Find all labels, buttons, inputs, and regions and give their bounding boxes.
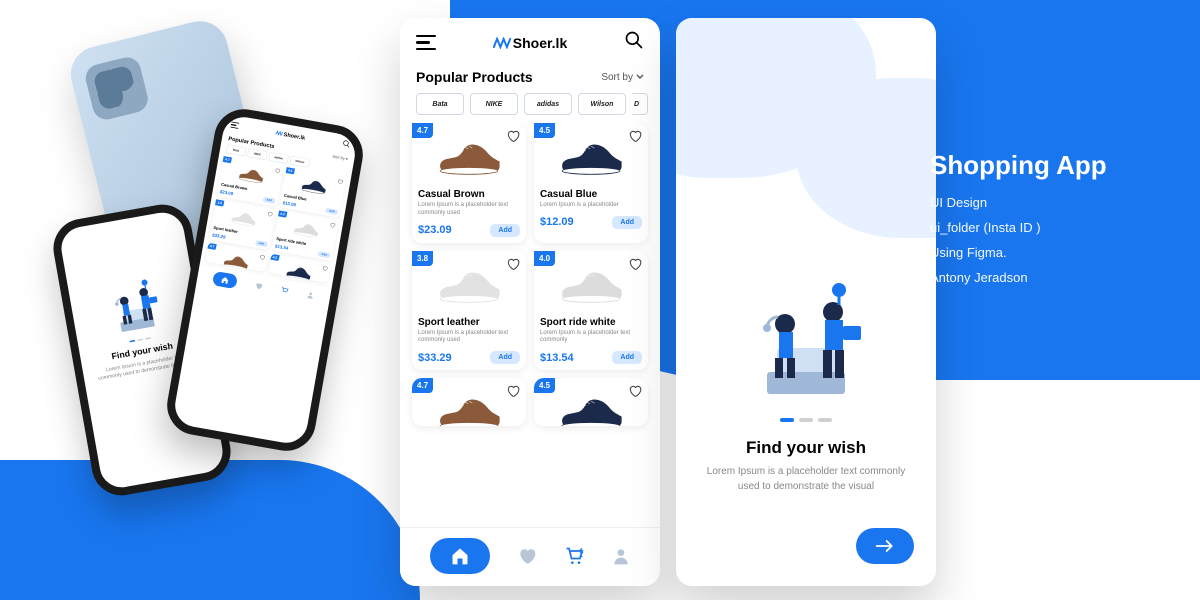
brand-chip[interactable]: D	[632, 93, 648, 115]
product-price: $23.09	[418, 224, 452, 236]
product-desc: Lorem Ipsum is a placeholder	[540, 202, 642, 210]
favorite-icon[interactable]	[628, 257, 642, 276]
product-title: Casual Brown	[418, 189, 520, 200]
favorite-icon[interactable]	[628, 384, 642, 403]
page-dot-active[interactable]	[780, 418, 794, 422]
rating-badge: 4.5	[534, 378, 555, 393]
product-grid: 4.7 Casual Brown Lorem Ipsum is a placehol…	[400, 123, 660, 527]
product-image	[418, 133, 520, 185]
user-icon	[611, 546, 631, 566]
nav-favorites[interactable]	[517, 546, 537, 566]
rating-badge: 4.7	[412, 378, 433, 393]
rating-badge: 4.5	[534, 123, 555, 138]
product-title: Sport ride white	[540, 317, 642, 328]
brand-chip[interactable]: adidas	[524, 93, 572, 115]
onboarding-description: Lorem Ipsum is a placeholder text common…	[700, 464, 912, 494]
brand-chip[interactable]: Wilson	[578, 93, 626, 115]
rating-badge: 4.7	[412, 123, 433, 138]
section-title: Popular Products	[416, 69, 533, 85]
product-card[interactable]: 4.5 Casual Blue Lorem Ipsum is a placehold…	[534, 123, 648, 243]
product-desc: Lorem Ipsum is a placeholder text common…	[418, 202, 520, 218]
brand-filter-row: Bata NIKE adidas Wilson D	[400, 93, 660, 123]
sort-button[interactable]: Sort by	[601, 72, 644, 83]
search-icon[interactable]	[624, 30, 644, 55]
product-image	[418, 388, 520, 426]
nav-profile[interactable]	[611, 546, 631, 566]
menu-icon[interactable]	[416, 35, 436, 51]
page-dot[interactable]	[818, 418, 832, 422]
brand-chip[interactable]: Bata	[416, 93, 464, 115]
product-card[interactable]: 4.7 Casual Brown Lorem Ipsum is a placehol…	[412, 123, 526, 243]
product-price: $33.29	[418, 352, 452, 364]
cart-icon	[564, 546, 584, 566]
product-title: Casual Blue	[540, 189, 642, 200]
brand-chip[interactable]: NIKE	[470, 93, 518, 115]
add-button[interactable]: Add	[612, 351, 642, 364]
favorite-icon[interactable]	[506, 384, 520, 403]
product-title: Sport leather	[418, 317, 520, 328]
favorite-icon[interactable]	[506, 257, 520, 276]
product-price: $12.09	[540, 216, 574, 228]
phone-onboarding-screen: Find your wish Lorem Ipsum is a placehol…	[676, 18, 936, 586]
add-button[interactable]: Add	[490, 351, 520, 364]
product-image	[418, 261, 520, 313]
product-card[interactable]: 4.0 Sport ride white Lorem Ipsum is a plac…	[534, 251, 648, 371]
arrow-right-icon	[875, 539, 895, 553]
product-desc: Lorem Ipsum is a placeholder text common…	[418, 330, 520, 346]
rating-badge: 4.0	[534, 251, 555, 266]
app-logo: Shoer.lk	[493, 35, 567, 51]
nav-home[interactable]	[430, 538, 490, 574]
product-image	[540, 261, 642, 313]
add-button[interactable]: Add	[490, 224, 520, 237]
page-dot[interactable]	[799, 418, 813, 422]
promo-text: Shopping App UI Design ui_folder (Insta …	[930, 150, 1150, 295]
promo-title: Shopping App	[930, 150, 1150, 181]
chevron-down-icon	[636, 74, 644, 80]
product-desc: Lorem Ipsum is a placeholder text common…	[540, 330, 642, 346]
home-icon	[450, 546, 470, 566]
product-card[interactable]: 4.7	[412, 378, 526, 426]
next-button[interactable]	[856, 528, 914, 564]
favorite-icon[interactable]	[628, 129, 642, 148]
product-card[interactable]: 3.8 Sport leather Lorem Ipsum is a placeho…	[412, 251, 526, 371]
heart-icon	[517, 546, 537, 566]
bottom-nav	[400, 527, 660, 586]
page-indicator	[676, 418, 936, 422]
product-image	[540, 388, 642, 426]
product-image	[540, 133, 642, 185]
nav-cart[interactable]	[564, 546, 584, 566]
phone-listing-screen: Shoer.lk Popular Products Sort by Bata NI…	[400, 18, 660, 586]
product-card[interactable]: 4.5	[534, 378, 648, 426]
onboarding-title: Find your wish	[676, 438, 936, 458]
product-price: $13.54	[540, 352, 574, 364]
favorite-icon[interactable]	[506, 129, 520, 148]
rating-badge: 3.8	[412, 251, 433, 266]
add-button[interactable]: Add	[612, 216, 642, 229]
onboarding-illustration	[676, 276, 936, 406]
